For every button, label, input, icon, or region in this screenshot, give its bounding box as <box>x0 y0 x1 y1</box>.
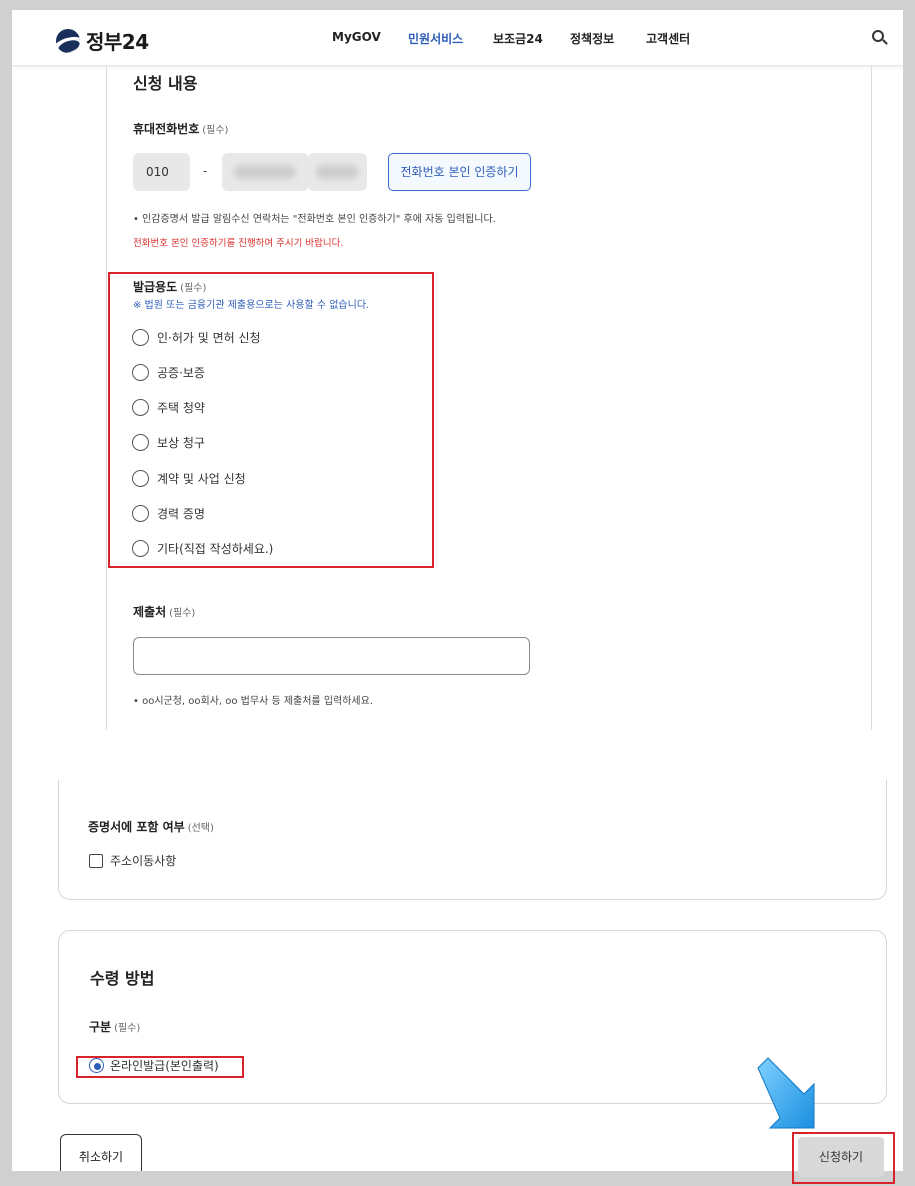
purpose-option[interactable]: 계약 및 사업 신청 <box>132 468 246 488</box>
required-mark: (필수) <box>169 608 196 619</box>
purpose-option-label: 보상 청구 <box>157 435 205 450</box>
receipt-type-label: 구분 (필수) <box>89 1018 140 1035</box>
required-mark: (필수) <box>114 1023 141 1034</box>
phone-last-field[interactable] <box>308 153 367 191</box>
phone-middle-field[interactable] <box>222 153 309 191</box>
search-icon[interactable] <box>870 28 890 48</box>
receipt-option[interactable]: 온라인발급(본인출력) <box>89 1057 219 1074</box>
nav-customer-center[interactable]: 고객센터 <box>646 30 690 47</box>
inclusion-card <box>58 780 887 900</box>
receipt-title: 수령 방법 <box>90 969 155 988</box>
purpose-option[interactable]: 인·허가 및 면허 신청 <box>132 327 261 347</box>
cancel-button[interactable]: 취소하기 <box>60 1134 142 1171</box>
purpose-option-label: 계약 및 사업 신청 <box>157 471 246 486</box>
purpose-option[interactable]: 보상 청구 <box>132 432 205 452</box>
pointer-arrow-icon <box>757 1057 815 1129</box>
nav-policy-info[interactable]: 정책정보 <box>570 30 614 47</box>
destination-label: 제출처 (필수) <box>133 603 195 620</box>
taegeuk-logo-icon <box>56 28 80 53</box>
destination-input[interactable] <box>133 637 530 675</box>
phone-warning: 전화번호 본인 인증하기를 진행하여 주시기 바랍니다. <box>133 238 344 249</box>
purpose-label-text: 발급용도 <box>133 280 178 294</box>
radio-button-selected[interactable] <box>89 1058 104 1073</box>
optional-mark: (선택) <box>187 823 214 834</box>
inclusion-label: 증명서에 포함 여부 (선택) <box>88 818 214 835</box>
purpose-highlight-box <box>108 272 434 568</box>
phone-verify-button[interactable]: 전화번호 본인 인증하기 <box>388 153 531 191</box>
receipt-option-label: 온라인발급(본인출력) <box>110 1059 219 1073</box>
inclusion-label-text: 증명서에 포함 여부 <box>88 820 185 834</box>
logo[interactable]: 정부24 <box>56 26 149 55</box>
required-mark: (필수) <box>180 283 207 294</box>
purpose-option-label: 주택 청약 <box>157 400 205 415</box>
phone-note: • 인감증명서 발급 알림수신 연락처는 "전화번호 본인 인증하기" 후에 자… <box>133 214 496 225</box>
radio-button[interactable] <box>132 328 149 346</box>
logo-text: 정부24 <box>86 30 149 54</box>
purpose-option-label: 경력 증명 <box>157 506 205 521</box>
phone-separator: - <box>203 164 208 178</box>
purpose-option[interactable]: 경력 증명 <box>132 503 205 523</box>
destination-label-text: 제출처 <box>133 605 167 619</box>
nav-civil-service[interactable]: 민원서비스 <box>408 30 463 47</box>
radio-button[interactable] <box>132 398 149 416</box>
radio-button[interactable] <box>132 504 149 522</box>
phone-prefix-field[interactable]: 010 <box>133 153 190 191</box>
purpose-notice: ※ 법원 또는 금융기관 제출용으로는 사용할 수 없습니다. <box>133 300 370 311</box>
phone-label: 휴대전화번호 (필수) <box>133 120 228 137</box>
page: 정부24 MyGOV 민원서비스 보조금24 정책정보 고객센터 신청 내용 휴… <box>12 10 903 1171</box>
purpose-option-label: 공증·보증 <box>157 365 205 380</box>
checkbox[interactable] <box>89 853 103 868</box>
purpose-option[interactable]: 기타(직접 작성하세요.) <box>132 538 273 558</box>
purpose-option-label: 기타(직접 작성하세요.) <box>157 541 274 556</box>
checkbox-label: 주소이동사항 <box>110 854 177 868</box>
purpose-option[interactable]: 공증·보증 <box>132 362 205 382</box>
nav-mygov[interactable]: MyGOV <box>332 30 381 44</box>
radio-button[interactable] <box>132 363 149 381</box>
destination-note: • oo시군청, oo회사, oo 법무사 등 제출처를 입력하세요. <box>133 696 373 707</box>
purpose-option-label: 인·허가 및 면허 신청 <box>157 330 261 345</box>
apply-button[interactable]: 신청하기 <box>798 1137 884 1177</box>
purpose-option[interactable]: 주택 청약 <box>132 397 205 417</box>
address-history-option[interactable]: 주소이동사항 <box>89 852 176 869</box>
section-title: 신청 내용 <box>133 74 198 93</box>
radio-button[interactable] <box>132 469 149 487</box>
purpose-label: 발급용도 (필수) <box>133 278 206 295</box>
required-mark: (필수) <box>202 125 229 136</box>
phone-label-text: 휴대전화번호 <box>133 122 200 136</box>
receipt-type-label-text: 구분 <box>89 1020 112 1034</box>
nav-subsidy24[interactable]: 보조금24 <box>493 30 543 47</box>
radio-button[interactable] <box>132 433 149 451</box>
radio-button[interactable] <box>132 539 149 557</box>
site-header: 정부24 MyGOV 민원서비스 보조금24 정책정보 고객센터 <box>12 10 903 66</box>
